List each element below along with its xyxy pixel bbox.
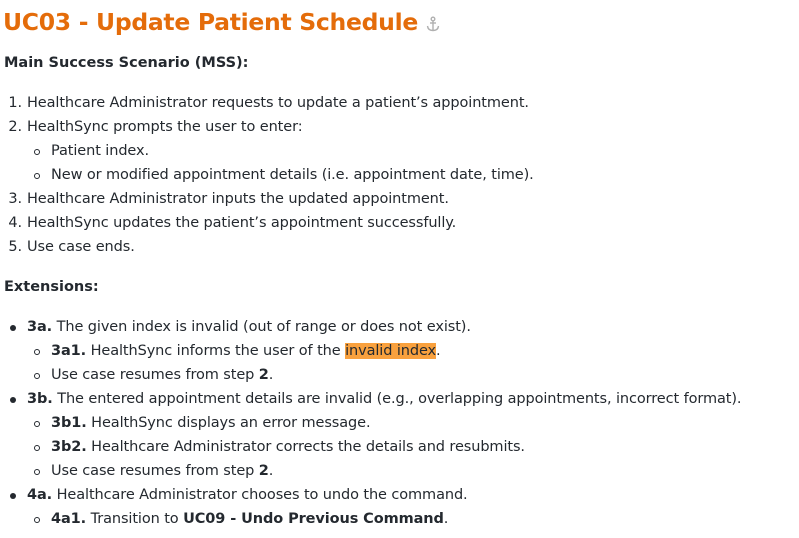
circle-bullet-icon <box>34 469 40 475</box>
use-case-reference: UC09 - Undo Previous Command <box>183 511 444 527</box>
circle-bullet-icon <box>34 149 40 155</box>
circle-bullet-icon <box>34 349 40 355</box>
disc-bullet-icon <box>10 325 16 331</box>
circle-bullet-icon <box>34 445 40 451</box>
mss-heading: Main Success Scenario (MSS): <box>4 55 249 71</box>
anchor-icon[interactable] <box>426 8 440 40</box>
circle-bullet-icon <box>34 421 40 427</box>
circle-bullet-icon <box>34 517 40 523</box>
disc-bullet-icon <box>10 397 16 403</box>
disc-bullet-icon <box>10 493 16 499</box>
extensions-heading: Extensions: <box>4 279 99 295</box>
highlighted-text: invalid index <box>345 343 437 359</box>
circle-bullet-icon <box>34 173 40 179</box>
circle-bullet-icon <box>34 373 40 379</box>
page-title: UC03 - Update Patient Schedule <box>3 6 440 40</box>
document-page: UC03 - Update Patient Schedule Main Succ… <box>3 6 742 527</box>
